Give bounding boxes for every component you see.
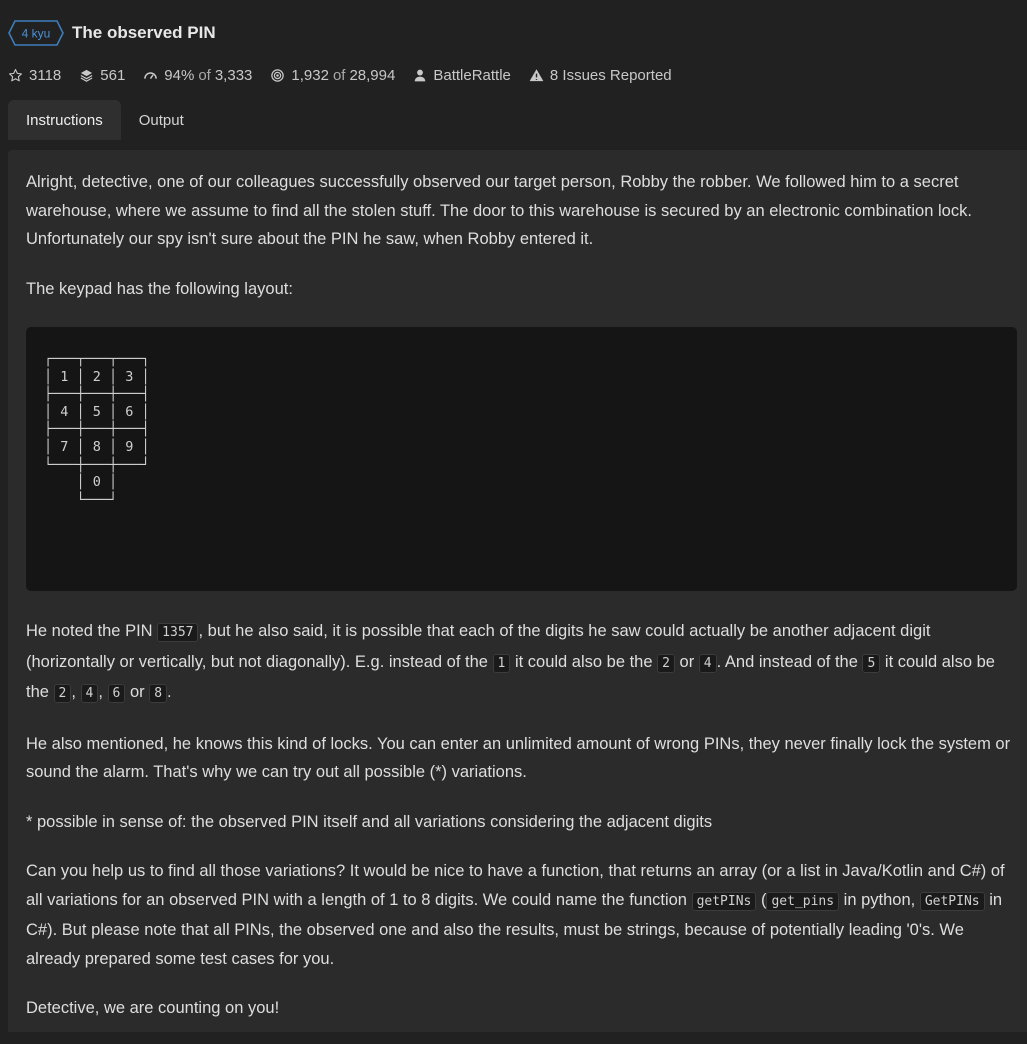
keypad-code-block: ┌───┬───┬───┐ │ 1 │ 2 │ 3 │ ├───┼───┼───… [26,327,1017,591]
target-icon [271,68,285,82]
inline-code: 2 [53,684,72,703]
inline-code: GetPINs [919,891,985,911]
description: Alright, detective, one of our colleague… [26,168,1018,1044]
rank-hexagon-icon: 4 kyu [8,20,64,46]
text-span: in python, [839,890,920,909]
inline-code: 8 [149,684,168,703]
stars-count: 3118 [29,66,62,84]
inline-code: 1 [492,653,511,673]
text-span: , [71,683,81,701]
inline-code: 2 [657,653,675,673]
issues-label: 8 Issues Reported [549,66,672,84]
star-outline-icon [9,68,22,81]
text-span: He noted the PIN [26,622,158,640]
inline-code: 6 [107,684,126,703]
rank-label: 4 kyu [22,27,51,41]
warning-icon [529,68,544,81]
inline-code: 1357 [157,623,199,642]
kata-stats: 3118 561 94% of 3,333 1,932 of 28,994 Ba… [8,64,690,86]
satisfaction-percent: 94% [164,66,195,84]
collections-count: 561 [100,66,126,84]
completed-of: of [332,66,346,84]
user-icon [415,69,426,81]
inline-code: get_pins [766,891,840,911]
completed-stat: 1,932 of 28,994 [270,67,395,84]
completed-total: 28,994 [349,66,396,84]
description-intro: Alright, detective, one of our colleague… [26,173,972,248]
tab-bar: Instructions Output [8,100,202,140]
instructions-panel: Alright, detective, one of our colleague… [8,150,1027,1032]
text-span: . [167,683,172,701]
kata-title: The observed PIN [72,23,216,42]
text-span: , [98,683,108,701]
issues-stat[interactable]: 8 Issues Reported [529,67,672,84]
satisfaction-stat: 94% of 3,333 [143,67,252,84]
keypad-layout: ┌───┬───┬───┐ │ 1 │ 2 │ 3 │ ├───┼───┼───… [44,351,150,508]
layers-icon [80,69,93,82]
author-name: BattleRattle [433,66,511,84]
gauge-icon [144,71,158,79]
completed-count: 1,932 [291,66,329,84]
text-span: ( [756,890,767,909]
rank-badge[interactable]: 4 kyu [8,20,64,46]
text-span: or [125,683,150,701]
inline-code: 4 [698,653,717,673]
description-closing: Detective, we are counting on you! [26,999,280,1017]
satisfaction-votes: 3,333 [214,66,253,84]
satisfaction-of: of [198,66,211,84]
text-span: it could also be the [510,652,658,671]
inline-code: 5 [862,653,881,673]
keypad-intro: The keypad has the following layout: [26,279,293,298]
tab-output[interactable]: Output [121,100,202,140]
stars-stat[interactable]: 3118 [8,67,61,84]
description-pin-paragraph: He noted the PIN 1357, but he also said,… [26,617,1018,709]
kata-header: 4 kyu The observed PIN [8,19,216,47]
inline-code: getPINs [691,891,757,911]
collections-stat[interactable]: 561 [79,67,125,84]
description-locks-paragraph: He also mentioned, he knows this kind of… [26,734,1011,782]
text-span: or [674,652,699,671]
text-span: . And instead of the [716,652,863,671]
description-footnote: * possible in sense of: the observed PIN… [26,812,713,831]
author-stat[interactable]: BattleRattle [413,67,511,84]
description-task-paragraph: Can you help us to find all those variat… [26,857,1018,973]
inline-code: 4 [80,684,99,703]
tab-instructions[interactable]: Instructions [8,100,121,140]
